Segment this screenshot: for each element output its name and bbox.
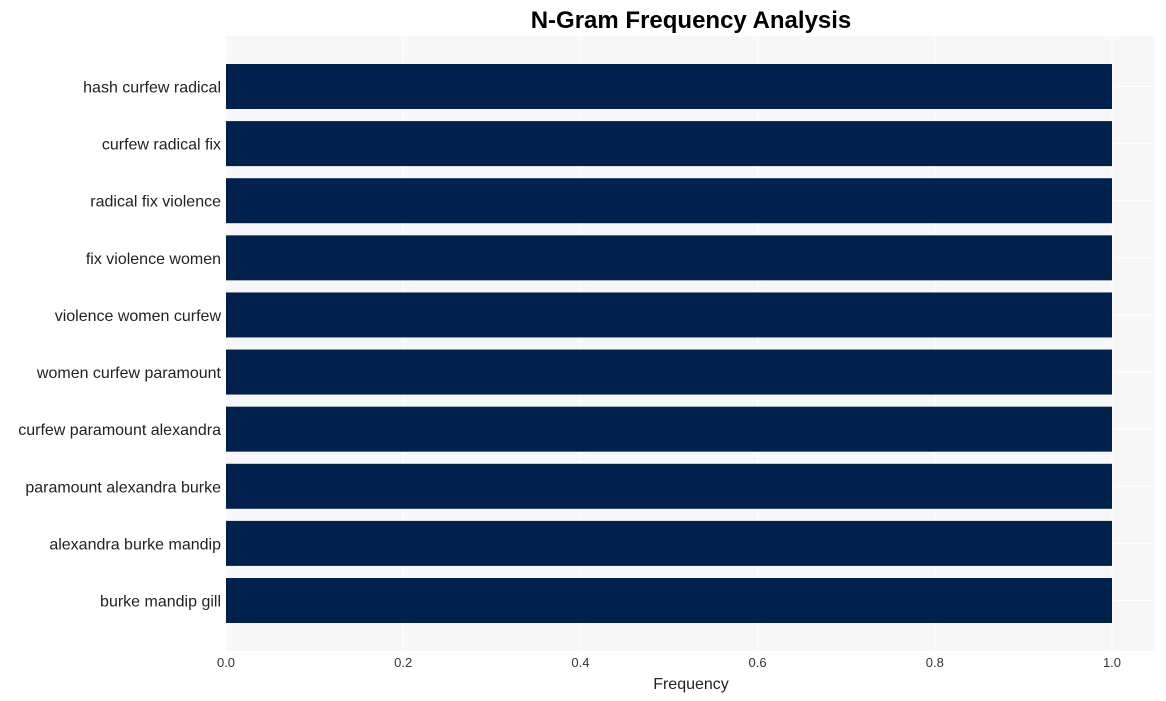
bar [226,178,1112,224]
x-axis-tick-labels: 0.0 0.2 0.4 0.6 0.8 1.0 [217,655,1121,670]
x-tick-label: 0.0 [217,655,235,670]
x-tick-label: 0.6 [749,655,767,670]
x-tick-label: 1.0 [1103,655,1121,670]
y-tick-label: curfew radical fix [102,137,221,154]
y-tick-label: fix violence women [86,251,221,268]
y-tick-label: alexandra burke mandip [49,536,221,553]
x-tick-label: 0.4 [571,655,589,670]
y-tick-label: paramount alexandra burke [25,479,221,496]
bar [226,463,1112,509]
x-axis-label: Frequency [653,676,729,693]
bar [226,578,1112,623]
x-tick-label: 0.8 [926,655,944,670]
y-tick-label: violence women curfew [55,308,222,325]
y-tick-label: women curfew paramount [36,365,222,382]
y-tick-label: hash curfew radical [83,80,221,97]
bar [226,64,1112,109]
bar [226,406,1112,452]
bar [226,520,1112,566]
bar [226,292,1112,338]
chart-title: N-Gram Frequency Analysis [531,7,852,34]
y-tick-label: curfew paramount alexandra [18,422,221,439]
y-axis-tick-labels: hash curfew radical curfew radical fix rad… [18,80,221,611]
bar [226,349,1112,395]
bar [226,121,1112,167]
x-tick-label: 0.2 [394,655,412,670]
y-tick-label: burke mandip gill [100,594,221,611]
chart: N-Gram Frequency Analysis hash curfew ra… [18,7,1155,693]
y-tick-label: radical fix violence [90,194,221,211]
bar [226,235,1112,281]
